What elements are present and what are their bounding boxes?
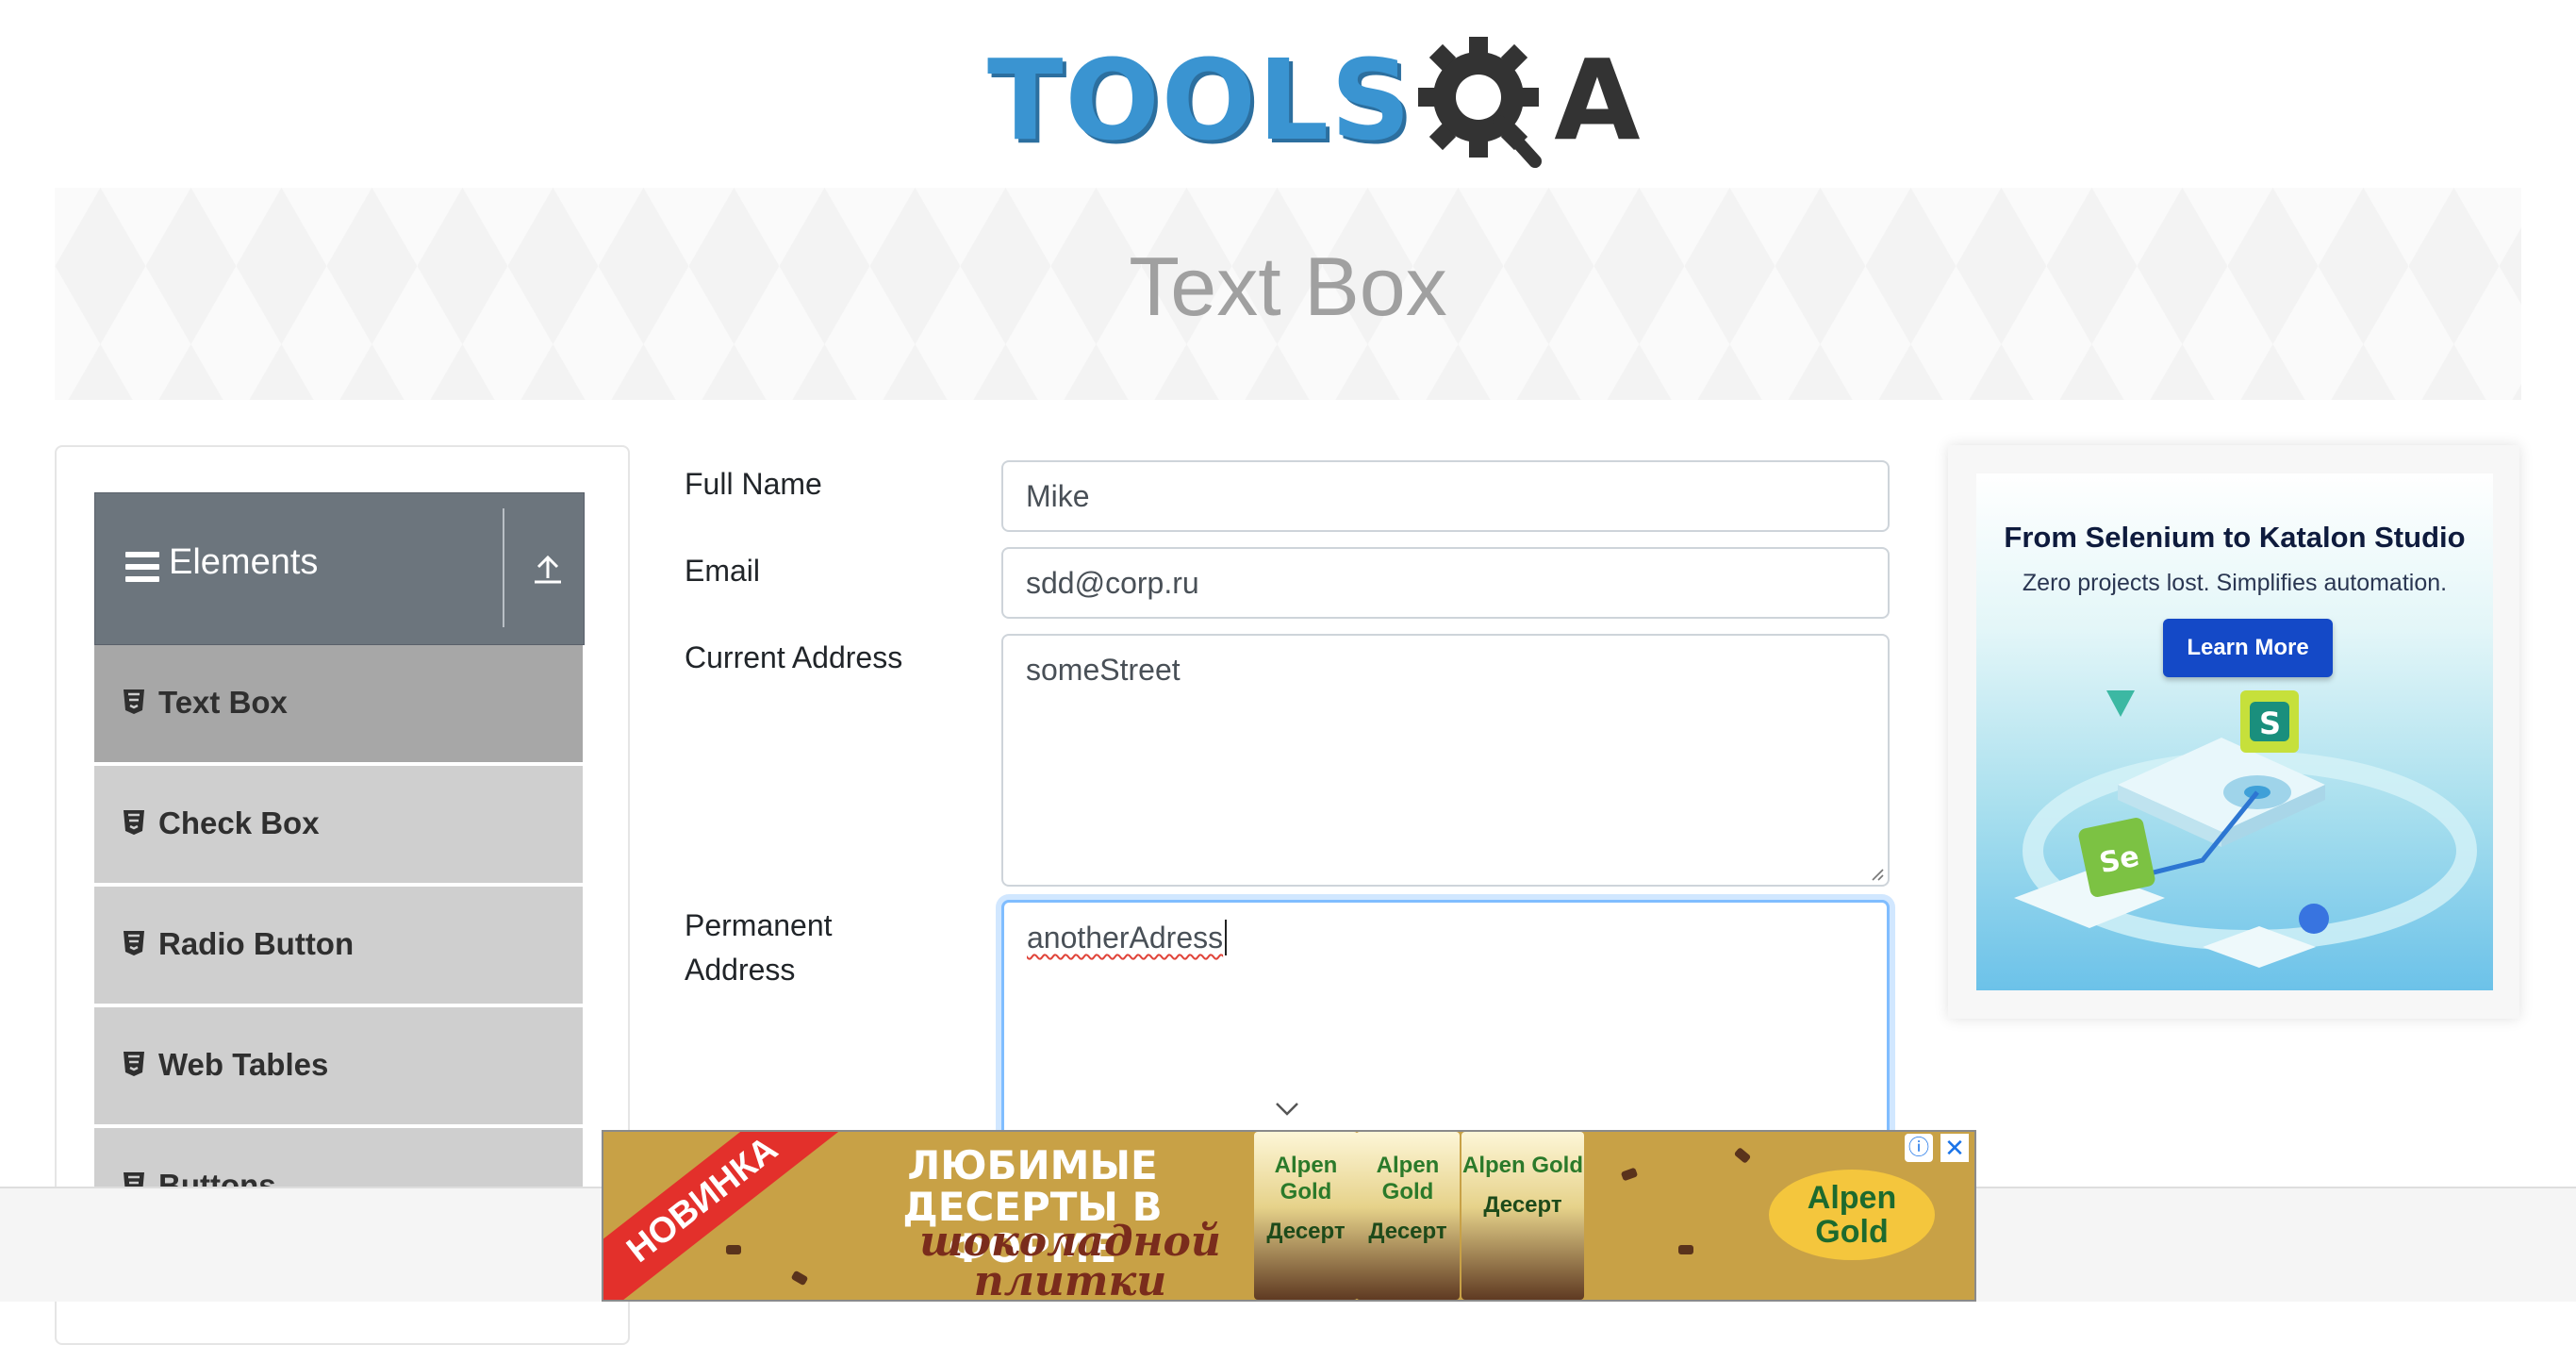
chocolate-crumb: [1678, 1245, 1693, 1254]
ad-title: From Selenium to Katalon Studio: [2004, 521, 2466, 554]
current-address-value: someStreet: [1026, 653, 1181, 687]
sidebar-item-text-box[interactable]: Text Box: [94, 645, 583, 766]
ad-close-icon[interactable]: ✕: [1940, 1134, 1969, 1162]
chocolate-crumb: [726, 1245, 741, 1254]
product-pack: Alpen Gold Десерт: [1356, 1132, 1460, 1300]
product-pack: Alpen Gold Десерт: [1461, 1132, 1584, 1300]
permanent-address-value: anotherAdress: [1027, 921, 1224, 955]
learn-more-button[interactable]: Learn More: [2163, 619, 2333, 677]
ad-script-text: шоколадной плитки: [915, 1218, 1226, 1302]
sidebar-item-check-box[interactable]: Check Box: [94, 766, 583, 887]
email-input[interactable]: sdd@corp.ru: [1001, 547, 1890, 619]
permanent-address-label-line-1: Permanent: [685, 908, 833, 942]
sidebar-item-label: Radio Button: [158, 926, 355, 961]
ad-script-line-2: плитки: [973, 1257, 1167, 1302]
alpen-gold-ad[interactable]: НОВИНКА ЛЮБИМЫЕ ДЕСЕРТЫ В ФОРМЕ шоколадн…: [602, 1130, 1976, 1302]
pack-brand: Alpen Gold: [1376, 1153, 1440, 1204]
permanent-address-label: Permanent Address: [685, 904, 833, 992]
sidebar-group-title: Elements: [169, 542, 319, 582]
html5-icon: [124, 810, 144, 835]
gear-icon: [1418, 36, 1543, 168]
page-banner: Text Box: [55, 188, 2521, 400]
html5-icon: [124, 931, 144, 955]
chocolate-crumb: [1620, 1167, 1639, 1182]
ad-info-icon[interactable]: ⓘ: [1905, 1134, 1933, 1162]
toolsqa-logo[interactable]: TOOLS A: [987, 26, 1643, 173]
sidebar-item-label: Text Box: [158, 685, 288, 720]
product-pack: Alpen Gold Десерт: [1254, 1132, 1358, 1300]
current-address-textarea[interactable]: someStreet: [1001, 634, 1890, 887]
hamburger-icon: [125, 552, 159, 582]
sidebar-item-label: Check Box: [158, 805, 320, 840]
ad-subtitle: Zero projects lost. Simplifies automatio…: [2022, 570, 2448, 596]
pack-word: Десерт: [1368, 1219, 1447, 1244]
full-name-label: Full Name: [685, 467, 822, 501]
full-name-input[interactable]: Mike: [1001, 460, 1890, 532]
automation-illustration-icon: Se S: [2014, 690, 2477, 968]
pack-brand: Alpen Gold: [1462, 1153, 1583, 1178]
page-title: Text Box: [1129, 240, 1447, 333]
katalon-ad-content: From Selenium to Katalon Studio Zero pro…: [1976, 473, 2493, 990]
html5-icon: [124, 1052, 144, 1076]
chocolate-crumb: [790, 1270, 809, 1287]
full-name-value: Mike: [1026, 479, 1090, 513]
text-caret: [1225, 920, 1228, 955]
html5-icon: [124, 689, 144, 714]
logo-text-a: A: [1554, 34, 1643, 165]
chocolate-crumb: [1733, 1147, 1752, 1164]
collapse-up-icon[interactable]: [531, 552, 565, 586]
email-label: Email: [685, 554, 761, 588]
pack-brand: Alpen Gold: [1274, 1153, 1338, 1204]
email-value: sdd@corp.ru: [1026, 566, 1199, 600]
chevron-down-icon[interactable]: [1275, 1102, 1299, 1117]
alpen-gold-logo: Alpen Gold: [1769, 1170, 1935, 1260]
resize-handle-icon[interactable]: [1869, 866, 1884, 881]
logo-text-tools: TOOLS: [987, 34, 1413, 165]
pack-word: Десерт: [1483, 1192, 1562, 1218]
sidebar-item-web-tables[interactable]: Web Tables: [94, 1007, 583, 1128]
divider: [503, 508, 504, 627]
katalon-ad[interactable]: From Selenium to Katalon Studio Zero pro…: [1948, 445, 2519, 1019]
ad-script-line-1: шоколадной: [919, 1218, 1221, 1266]
sidebar-item-radio-button[interactable]: Radio Button: [94, 887, 583, 1007]
sidebar-item-label: Web Tables: [158, 1047, 329, 1082]
ad-new-stripe: НОВИНКА: [603, 1132, 844, 1300]
katalon-badge: S: [2259, 706, 2281, 741]
sidebar-group-elements[interactable]: Elements: [94, 492, 585, 645]
ad-headline-line-1: ЛЮБИМЫЕ: [907, 1142, 1158, 1188]
current-address-label: Current Address: [685, 640, 903, 674]
permanent-address-label-line-2: Address: [685, 953, 796, 987]
pack-word: Десерт: [1266, 1219, 1346, 1244]
